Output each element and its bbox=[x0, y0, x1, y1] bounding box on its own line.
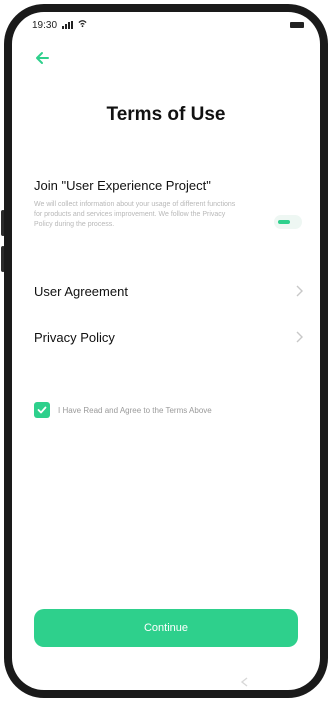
status-bar: 19:30 bbox=[12, 12, 320, 38]
wifi-icon bbox=[78, 20, 87, 28]
agree-label: I Have Read and Agree to the Terms Above bbox=[58, 406, 212, 415]
chevron-right-icon bbox=[296, 285, 303, 297]
battery-icon bbox=[290, 22, 304, 28]
user-agreement-row[interactable]: User Agreement bbox=[34, 280, 304, 304]
signal-icon bbox=[62, 21, 73, 29]
status-time: 19:30 bbox=[32, 20, 58, 31]
continue-button[interactable]: Continue bbox=[34, 609, 298, 647]
user-agreement-label: User Agreement bbox=[34, 284, 128, 299]
join-project-title: Join "User Experience Project" bbox=[34, 178, 211, 193]
privacy-policy-row[interactable]: Privacy Policy bbox=[34, 326, 304, 350]
join-project-description: We will collect information about your u… bbox=[34, 201, 236, 228]
back-gesture-icon[interactable] bbox=[238, 675, 252, 689]
checkmark-icon bbox=[37, 406, 47, 414]
phone-frame: 19:30 Terms of Use Join "User Experience… bbox=[0, 0, 334, 704]
back-arrow-icon[interactable] bbox=[34, 48, 54, 68]
agree-checkbox[interactable] bbox=[34, 402, 50, 418]
privacy-policy-label: Privacy Policy bbox=[34, 330, 115, 345]
screen: 19:30 Terms of Use Join "User Experience… bbox=[12, 12, 320, 690]
chevron-right-icon bbox=[296, 331, 303, 343]
toggle-knob bbox=[278, 220, 290, 224]
join-project-toggle[interactable] bbox=[274, 215, 302, 229]
page-title: Terms of Use bbox=[106, 104, 226, 125]
